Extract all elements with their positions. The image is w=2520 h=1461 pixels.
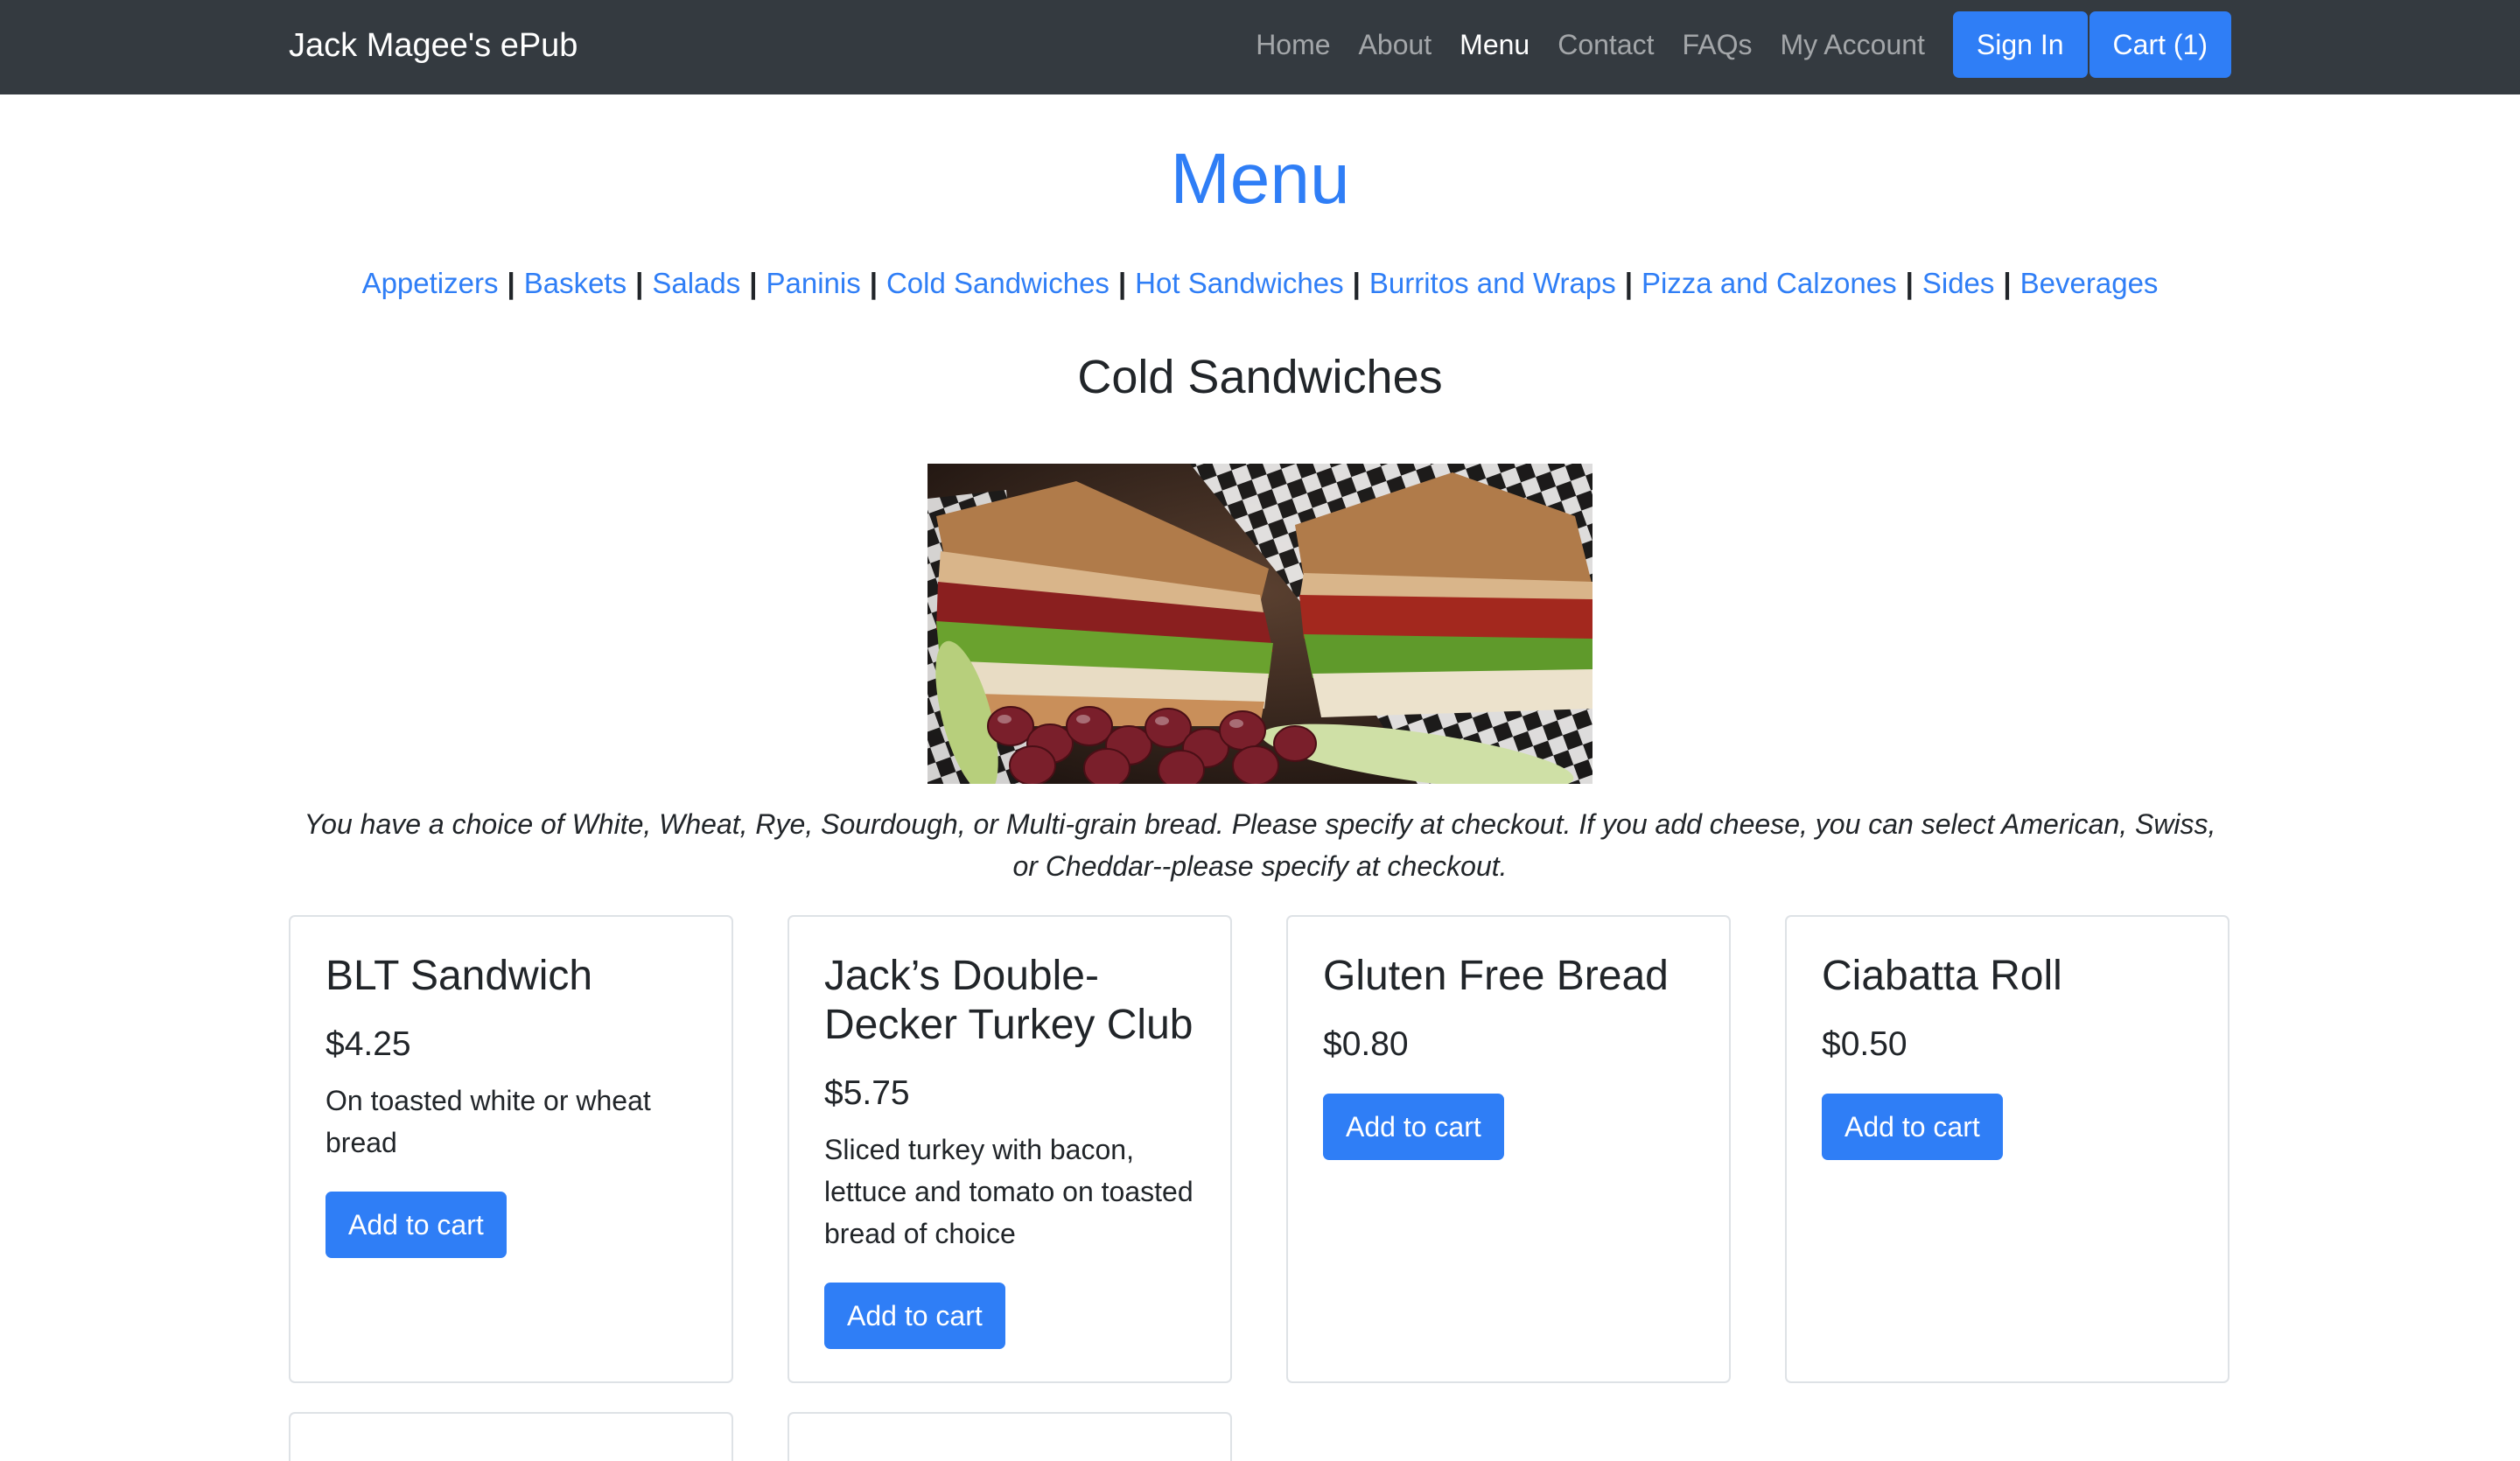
nav-link-faqs[interactable]: FAQs	[1683, 27, 1753, 62]
category-separator: |	[1352, 267, 1361, 299]
category-link-cold-sandwiches[interactable]: Cold Sandwiches	[886, 267, 1110, 299]
sandwich-photo	[928, 464, 1592, 784]
nav-link-about[interactable]: About	[1359, 27, 1432, 62]
add-to-cart-button[interactable]: Add to cart	[1822, 1094, 2003, 1160]
add-to-cart-button[interactable]: Add to cart	[1323, 1094, 1504, 1160]
category-separator: |	[635, 267, 644, 299]
category-link-burritos-and-wraps[interactable]: Burritos and Wraps	[1369, 267, 1616, 299]
sign-in-button[interactable]: Sign In	[1952, 11, 2088, 78]
nav-link-menu[interactable]: Menu	[1460, 27, 1530, 62]
menu-item-card: BLT Sandwich $4.25 On toasted white or w…	[289, 915, 733, 1383]
category-separator: |	[507, 267, 515, 299]
item-price: $0.50	[1822, 1025, 1908, 1063]
category-link-sides[interactable]: Sides	[1922, 267, 1995, 299]
add-to-cart-button[interactable]: Add to cart	[326, 1192, 507, 1258]
category-separator: |	[2003, 267, 2012, 299]
category-link-salads[interactable]: Salads	[652, 267, 740, 299]
brand-link[interactable]: Jack Magee's ePub	[289, 24, 578, 66]
category-link-baskets[interactable]: Baskets	[524, 267, 626, 299]
category-separator: |	[1624, 267, 1633, 299]
cart-button[interactable]: Cart (1)	[2089, 11, 2231, 78]
category-separator: |	[1905, 267, 1914, 299]
nav-link-my-account[interactable]: My Account	[1781, 27, 1925, 62]
category-link-hot-sandwiches[interactable]: Hot Sandwiches	[1135, 267, 1343, 299]
category-link-pizza-and-calzones[interactable]: Pizza and Calzones	[1642, 267, 1897, 299]
category-separator: |	[869, 267, 878, 299]
item-name: Ciabatta Roll	[1822, 953, 2062, 999]
section-title: Cold Sandwiches	[1077, 351, 1443, 403]
menu-item-card: Ciabatta Roll $0.50 Add to cart	[1785, 915, 2230, 1383]
nav-link-home[interactable]: Home	[1256, 27, 1330, 62]
menu-item-card-partial	[289, 1412, 733, 1461]
category-separator: |	[749, 267, 758, 299]
category-separator: |	[1117, 267, 1127, 299]
bread-choice-note: You have a choice of White, Wheat, Rye, …	[304, 808, 2216, 882]
top-navbar: Jack Magee's ePub Home About Menu Contac…	[0, 0, 2520, 94]
page-title: Menu	[1170, 139, 1350, 219]
item-name: Jack’s Double-Decker Turkey Club	[824, 953, 1194, 1048]
menu-item-card-partial	[788, 1412, 1232, 1461]
nav-links: Home About Menu Contact FAQs My Account …	[1256, 10, 2231, 79]
menu-item-card: Jack’s Double-Decker Turkey Club $5.75 S…	[788, 915, 1232, 1383]
menu-item-card: Gluten Free Bread $0.80 Add to cart	[1286, 915, 1731, 1383]
item-price: $0.80	[1323, 1025, 1409, 1063]
nav-link-contact[interactable]: Contact	[1558, 27, 1654, 62]
item-price: $4.25	[326, 1025, 411, 1063]
add-to-cart-button[interactable]: Add to cart	[824, 1283, 1005, 1349]
item-name: Gluten Free Bread	[1323, 953, 1669, 999]
item-description: On toasted white or wheat bread	[326, 1085, 651, 1158]
item-price: $5.75	[824, 1074, 910, 1112]
category-link-paninis[interactable]: Paninis	[766, 267, 860, 299]
category-link-appetizers[interactable]: Appetizers	[362, 267, 499, 299]
item-name: BLT Sandwich	[326, 953, 593, 999]
category-nav: Appetizers | Baskets | Salads | Paninis | Cold S…	[0, 264, 2520, 303]
category-link-beverages[interactable]: Beverages	[2020, 267, 2159, 299]
item-description: Sliced turkey with bacon, lettuce and to…	[824, 1134, 1194, 1249]
